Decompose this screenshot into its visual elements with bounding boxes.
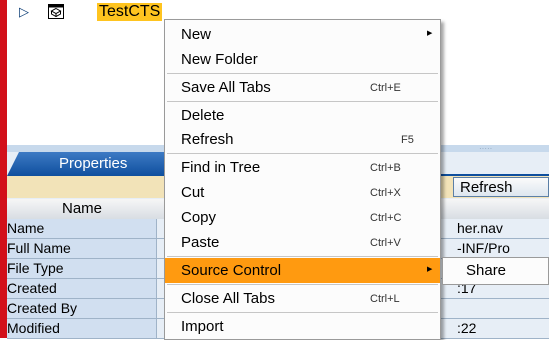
project-icon: [48, 4, 64, 19]
property-name: Created By: [7, 299, 157, 318]
menu-item-label: Cut: [181, 184, 205, 201]
submenu-arrow-icon: ▶: [427, 266, 433, 273]
menu-item-shortcut: Ctrl+C: [370, 212, 402, 224]
menu-item-new[interactable]: New ▶: [165, 22, 440, 47]
menu-item-label: Import: [181, 318, 224, 335]
property-value: -INF/Pro: [457, 240, 510, 256]
tree-node-label[interactable]: TestCTS: [97, 3, 163, 21]
submenu-item-share[interactable]: Share: [466, 261, 506, 280]
property-name: Modified: [7, 319, 157, 338]
property-name: File Type: [7, 259, 157, 278]
tab-properties-label: Properties: [59, 155, 128, 172]
menu-item-label: New Folder: [181, 51, 258, 68]
column-header-name[interactable]: Name: [7, 199, 158, 219]
menu-item-label: Save All Tabs: [181, 79, 271, 96]
left-accent-bar: [0, 0, 7, 338]
menu-item-import[interactable]: Import: [165, 314, 440, 339]
menu-item-copy[interactable]: Copy Ctrl+C: [165, 205, 440, 230]
menu-item-label: Paste: [181, 234, 220, 251]
menu-item-shortcut: F5: [401, 134, 414, 146]
refresh-button[interactable]: Refresh: [453, 177, 549, 197]
menu-item-label: Close All Tabs: [181, 290, 275, 307]
menu-item-cut[interactable]: Cut Ctrl+X: [165, 180, 440, 205]
menu-item-refresh[interactable]: Refresh F5: [165, 127, 440, 152]
menu-item-label: New: [181, 26, 212, 43]
menu-item-label: Source Control: [181, 262, 282, 279]
splitter-grip[interactable]: ·····: [479, 145, 492, 153]
menu-item-shortcut: Ctrl+E: [370, 82, 401, 94]
property-name: Name: [7, 219, 157, 238]
menu-item-save-all-tabs[interactable]: Save All Tabs Ctrl+E: [165, 75, 440, 100]
menu-item-find-in-tree[interactable]: Find in Tree Ctrl+B: [165, 155, 440, 180]
menu-item-label: Refresh: [181, 131, 234, 148]
menu-item-label: Delete: [181, 107, 225, 124]
property-value: :22: [457, 320, 477, 336]
menu-separator: [167, 153, 438, 154]
menu-separator: [167, 101, 438, 102]
source-control-submenu: Share: [442, 257, 549, 285]
context-menu: New ▶ New Folder Save All Tabs Ctrl+E De…: [164, 19, 441, 340]
menu-item-delete[interactable]: Delete: [165, 103, 440, 128]
menu-item-label: Find in Tree: [181, 159, 261, 176]
menu-separator: [167, 256, 438, 257]
menu-separator: [167, 73, 438, 74]
menu-item-shortcut: Ctrl+X: [370, 187, 401, 199]
menu-item-shortcut: Ctrl+V: [370, 237, 401, 249]
menu-separator: [167, 284, 438, 285]
menu-item-source-control[interactable]: Source Control ▶: [165, 258, 440, 283]
expand-arrow-icon[interactable]: ▷: [19, 5, 29, 19]
menu-item-shortcut: Ctrl+L: [370, 293, 400, 305]
property-value: her.nav: [457, 220, 503, 236]
property-name: Full Name: [7, 239, 157, 258]
menu-item-paste[interactable]: Paste Ctrl+V: [165, 230, 440, 255]
menu-item-shortcut: Ctrl+B: [370, 162, 401, 174]
menu-item-label: Copy: [181, 209, 217, 226]
property-name: Created: [7, 279, 157, 298]
menu-item-close-all-tabs[interactable]: Close All Tabs Ctrl+L: [165, 286, 440, 311]
submenu-arrow-icon: ▶: [427, 30, 433, 37]
menu-separator: [167, 312, 438, 313]
menu-item-new-folder[interactable]: New Folder: [165, 47, 440, 72]
